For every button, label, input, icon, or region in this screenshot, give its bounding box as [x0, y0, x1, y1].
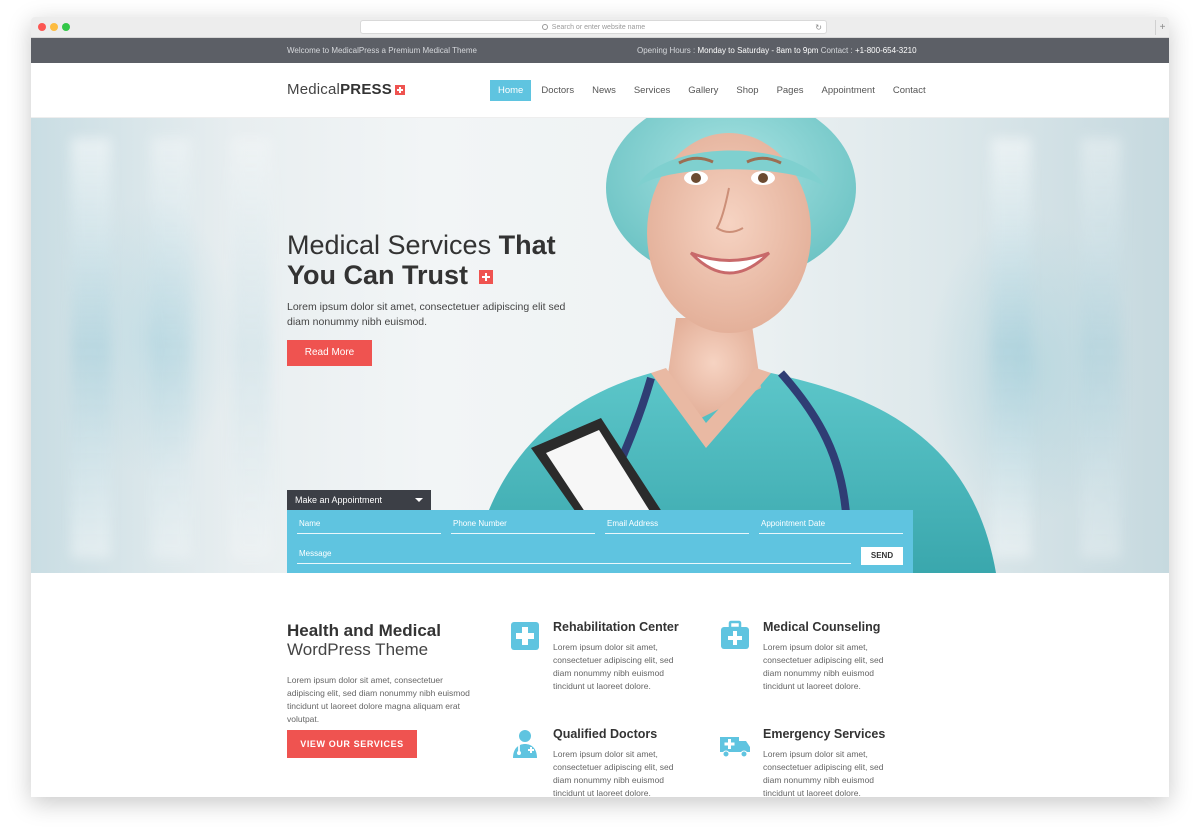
message-field[interactable]: Message: [297, 548, 851, 564]
logo-text-light: Medical: [287, 81, 341, 98]
send-button[interactable]: SEND: [861, 547, 903, 565]
welcome-text: Welcome to MedicalPress a Premium Medica…: [287, 46, 477, 55]
feature-text: Lorem ipsum dolor sit amet, consectetuer…: [763, 749, 884, 797]
close-window-button[interactable]: [38, 23, 46, 31]
hero-title: Medical Services That You Can Trust: [287, 230, 556, 290]
maximize-window-button[interactable]: [62, 23, 70, 31]
medical-cross-icon: [394, 84, 405, 95]
background-blur: [1081, 138, 1121, 558]
hero-title-light: Medical Services: [287, 230, 492, 260]
appointment-tab-label: Make an Appointment: [295, 495, 383, 505]
appointment-date-field[interactable]: Appointment Date: [759, 518, 903, 534]
feature-text: Lorem ipsum dolor sit amet, consectetuer…: [553, 642, 674, 691]
background-blur: [71, 138, 111, 558]
nav-shop[interactable]: Shop: [728, 80, 766, 101]
new-tab-button[interactable]: +: [1155, 20, 1169, 35]
intro-text: Lorem ipsum dolor sit amet, consectetuer…: [287, 675, 470, 724]
nav-news[interactable]: News: [584, 80, 624, 101]
feature-text: Lorem ipsum dolor sit amet, consectetuer…: [553, 749, 674, 797]
medical-cross-icon: [511, 622, 539, 650]
intro-title: Health and Medical: [287, 621, 441, 640]
feature-title: Emergency Services: [763, 727, 886, 741]
read-more-button[interactable]: Read More: [287, 340, 372, 366]
nav-home[interactable]: Home: [490, 80, 532, 101]
hours-contact: Opening Hours : Monday to Saturday - 8am…: [637, 46, 917, 55]
view-services-button[interactable]: VIEW OUR SERVICES: [287, 730, 417, 758]
site-logo[interactable]: Medical PRESS: [287, 81, 405, 98]
background-blur: [151, 138, 191, 558]
appointment-tab[interactable]: Make an Appointment: [287, 490, 431, 510]
nav-contact[interactable]: Contact: [885, 80, 934, 101]
top-info-bar: Welcome to MedicalPress a Premium Medica…: [31, 38, 1169, 63]
contact-label: Contact :: [820, 46, 853, 55]
hero-title-bold-2: You Can Trust: [287, 260, 469, 290]
hero-subtitle: Lorem ipsum dolor sit amet, consectetuer…: [287, 301, 566, 328]
background-blur: [231, 138, 271, 558]
minimize-window-button[interactable]: [50, 23, 58, 31]
feature-title: Medical Counseling: [763, 620, 881, 634]
nav-gallery[interactable]: Gallery: [680, 80, 726, 101]
feature-title: Qualified Doctors: [553, 727, 658, 741]
hours-label: Opening Hours :: [637, 46, 696, 55]
medical-kit-icon: [721, 620, 749, 649]
services-section: Health and Medical WordPress Theme Lorem…: [31, 573, 1169, 797]
nav-appointment[interactable]: Appointment: [814, 80, 883, 101]
address-bar[interactable]: Search or enter website name ↻: [360, 20, 827, 34]
feature-text: Lorem ipsum dolor sit amet, consectetuer…: [763, 642, 884, 691]
phone-field[interactable]: Phone Number: [451, 518, 595, 534]
browser-chrome: Search or enter website name ↻ +: [31, 17, 1169, 38]
search-icon: [541, 24, 548, 30]
main-nav: Home Doctors News Services Gallery Shop …: [490, 80, 936, 101]
ambulance-icon: [720, 737, 750, 758]
feature-title: Rehabilitation Center: [553, 620, 679, 634]
nurse-photo: [471, 118, 996, 573]
doctor-icon: [513, 730, 537, 758]
nav-pages[interactable]: Pages: [769, 80, 812, 101]
site-header: Medical PRESS Home Doctors News Services …: [31, 63, 1169, 118]
contact-value[interactable]: +1-800-654-3210: [855, 46, 917, 55]
appointment-form: Name Phone Number Email Address Appointm…: [287, 510, 913, 573]
intro-subtitle: WordPress Theme: [287, 640, 429, 659]
email-field[interactable]: Email Address: [605, 518, 749, 534]
hero-section: Medical Services That You Can Trust Lore…: [31, 118, 1169, 573]
nav-doctors[interactable]: Doctors: [533, 80, 582, 101]
reload-icon[interactable]: ↻: [815, 23, 822, 32]
chevron-down-icon: [415, 498, 423, 502]
hero-title-bold-1: That: [498, 230, 556, 260]
logo-text-bold: PRESS: [340, 81, 392, 98]
medical-cross-icon: [478, 269, 493, 284]
name-field[interactable]: Name: [297, 518, 441, 534]
nav-services[interactable]: Services: [626, 80, 678, 101]
address-bar-placeholder: Search or enter website name: [551, 23, 646, 31]
hours-value: Monday to Saturday - 8am to 9pm: [697, 46, 819, 55]
browser-window: Search or enter website name ↻ + Welcome…: [31, 17, 1169, 797]
